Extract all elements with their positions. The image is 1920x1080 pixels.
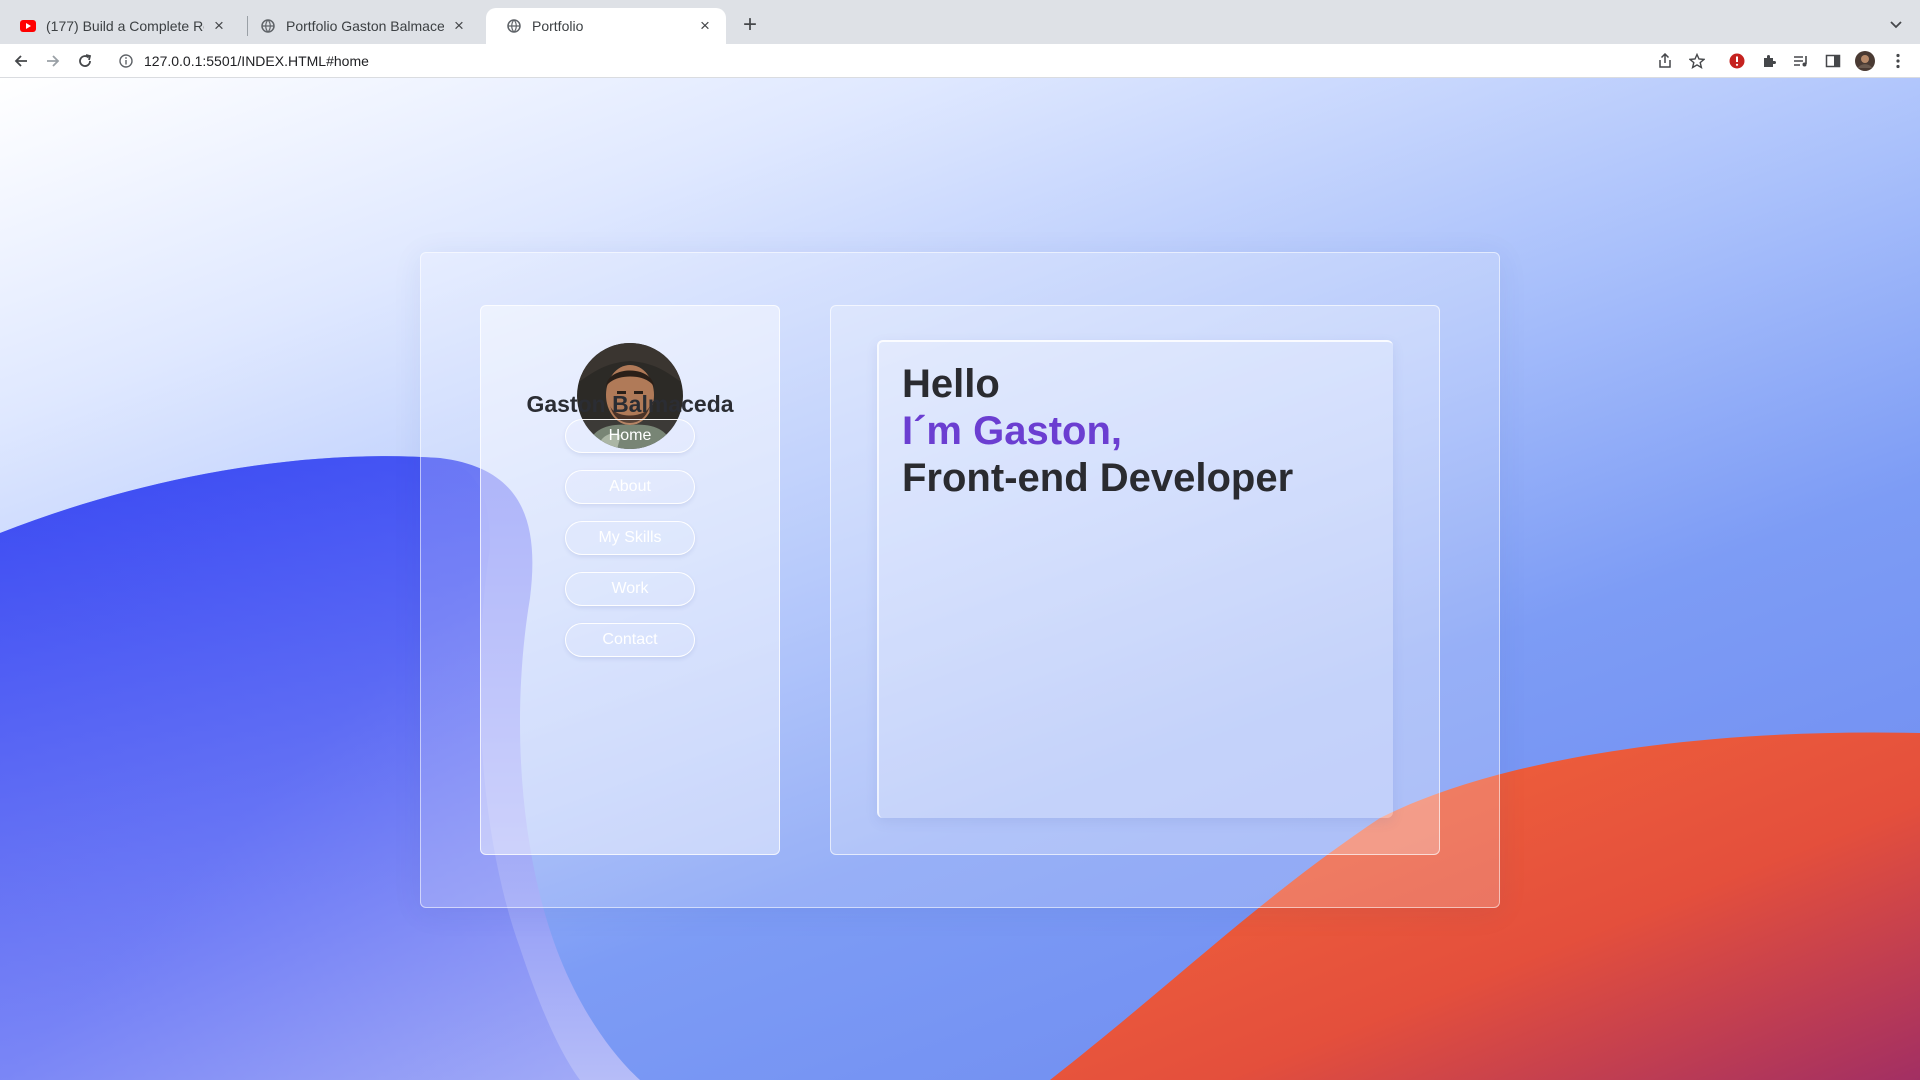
close-tab-icon[interactable]: × — [450, 17, 468, 35]
page-viewport: Gaston Balmaceda Home About My Skills Wo… — [0, 78, 1920, 1080]
globe-icon — [260, 18, 276, 34]
tab-title: Portfolio — [532, 18, 584, 34]
reload-button[interactable] — [73, 49, 97, 73]
profile-name: Gaston Balmaceda — [526, 391, 734, 417]
media-queue-icon[interactable] — [1790, 50, 1812, 72]
close-tab-icon[interactable]: × — [210, 17, 228, 35]
hero-role: Front-end Developer — [902, 456, 1294, 500]
share-icon[interactable] — [1654, 50, 1676, 72]
tab-search-chevron-icon[interactable] — [1886, 14, 1906, 34]
nav-about-button[interactable]: About — [565, 470, 695, 504]
nav-home-button[interactable]: Home — [565, 419, 695, 453]
forward-button[interactable] — [41, 49, 65, 73]
bookmark-star-icon[interactable] — [1686, 50, 1708, 72]
tab-youtube[interactable]: (177) Build a Complete Responsive Person… — [0, 8, 240, 44]
tab-title: Portfolio Gaston Balmaceda — [286, 18, 444, 34]
hero-greeting: Hello — [902, 362, 1000, 406]
side-panel-icon[interactable] — [1822, 50, 1844, 72]
browser-toolbar: 127.0.0.1:5501/INDEX.HTML#home — [0, 44, 1920, 78]
url-text: 127.0.0.1:5501/INDEX.HTML#home — [144, 53, 369, 69]
profile-avatar-icon[interactable] — [1854, 50, 1876, 72]
address-bar[interactable]: 127.0.0.1:5501/INDEX.HTML#home — [108, 46, 1708, 76]
tab-portfolio-gaston[interactable]: Portfolio Gaston Balmaceda × — [240, 8, 480, 44]
new-tab-button[interactable]: + — [736, 12, 764, 40]
nav-my-skills-button[interactable]: My Skills — [565, 521, 695, 555]
tab-portfolio-active[interactable]: Portfolio × — [486, 8, 726, 44]
globe-icon — [506, 18, 522, 34]
tab-title: (177) Build a Complete Responsive Person… — [46, 18, 204, 34]
extension-shield-icon[interactable] — [1726, 50, 1748, 72]
info-icon[interactable] — [118, 53, 134, 69]
hero-name: I´m Gaston, — [902, 409, 1123, 453]
youtube-icon — [20, 18, 36, 34]
nav-work-button[interactable]: Work — [565, 572, 695, 606]
browser-menu-icon[interactable] — [1887, 50, 1909, 72]
back-button[interactable] — [9, 49, 33, 73]
nav-contact-button[interactable]: Contact — [565, 623, 695, 657]
close-tab-icon[interactable]: × — [696, 17, 714, 35]
extensions-puzzle-icon[interactable] — [1758, 50, 1780, 72]
tab-strip: (177) Build a Complete Responsive Person… — [0, 0, 1920, 44]
